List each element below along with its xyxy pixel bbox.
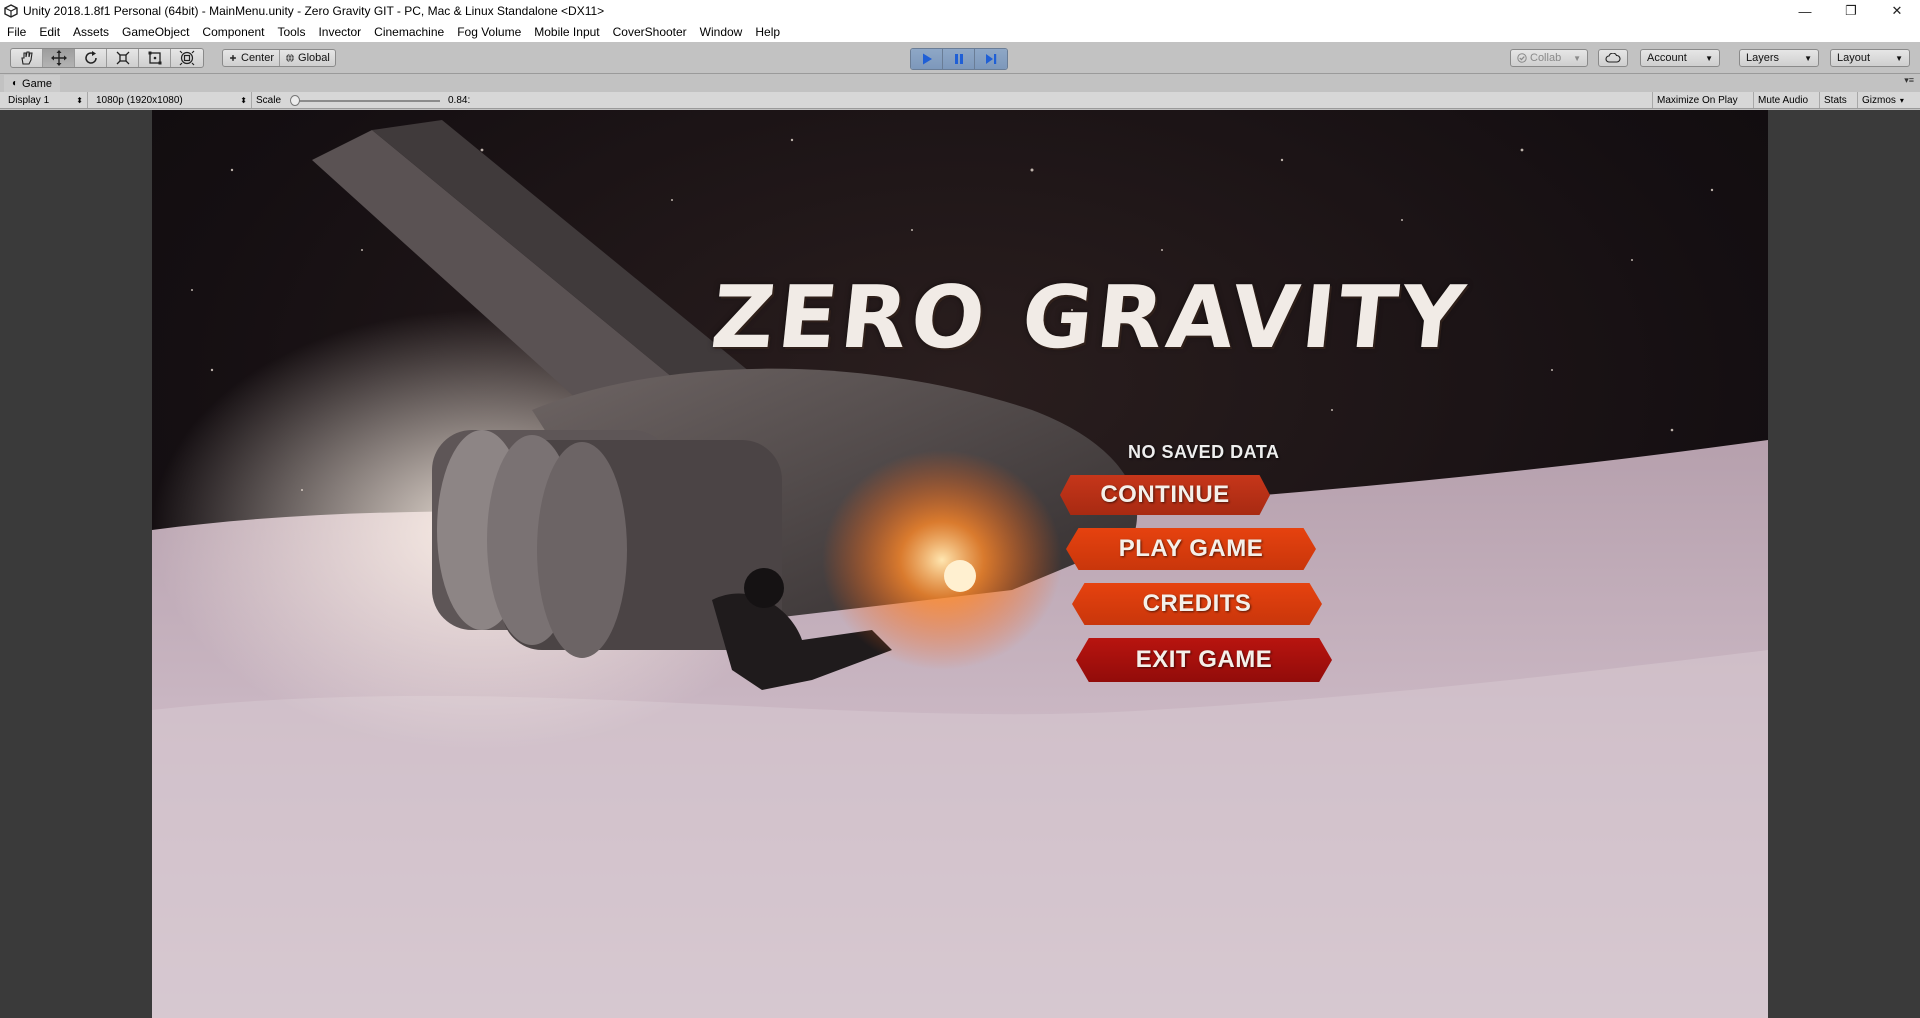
menu-invector[interactable]: Invector (311, 22, 367, 42)
play-icon (922, 53, 932, 65)
pivot-rotation-toggle[interactable]: Global (280, 50, 335, 66)
menu-assets[interactable]: Assets (66, 22, 115, 42)
scale-value: 0.84: (448, 94, 471, 106)
move-tool-icon (50, 50, 67, 66)
gizmos-dropdown[interactable]: Gizmos ▾ (1858, 92, 1916, 108)
layers-label: Layers (1746, 52, 1780, 64)
playback-controls (910, 48, 1008, 70)
chevron-down-icon: ▼ (1573, 53, 1581, 63)
cloud-icon (1605, 53, 1621, 63)
menu-gameobject[interactable]: GameObject (115, 22, 195, 42)
pivot-mode-label: Center (241, 52, 275, 64)
check-circle-icon (1517, 53, 1527, 63)
account-dropdown[interactable]: Account ▼ (1640, 49, 1720, 67)
resolution-label: 1080p (1920x1080) (96, 94, 183, 106)
step-button[interactable] (975, 49, 1007, 69)
menu-fog-volume[interactable]: Fog Volume (450, 22, 527, 42)
transform-tool-icon (179, 50, 195, 66)
layers-dropdown[interactable]: Layers ▼ (1739, 49, 1819, 67)
tab-game[interactable]: ◐ Game (4, 75, 61, 92)
restore-button[interactable]: ❐ (1828, 0, 1874, 22)
collab-label: Collab (1530, 52, 1562, 64)
minimize-button[interactable]: — (1782, 0, 1828, 22)
pause-icon (954, 54, 963, 64)
rotate-tool-button[interactable] (75, 49, 107, 67)
game-view-toolbar: Display 1 ⬍ 1080p (1920x1080) ⬍ Scale 0.… (0, 92, 1920, 109)
save-status-text: NO SAVED DATA (1128, 442, 1280, 462)
rotate-tool-icon (84, 51, 97, 64)
menu-bar: File Edit Assets GameObject Component To… (0, 22, 1920, 42)
move-tool-button[interactable] (43, 49, 75, 67)
chevron-up-down-icon: ⬍ (240, 95, 247, 105)
step-icon (986, 54, 997, 64)
scale-tool-icon (116, 51, 129, 65)
chevron-down-icon: ▼ (1895, 53, 1903, 63)
rect-tool-icon (148, 51, 161, 65)
globe-icon (286, 53, 295, 63)
menu-cinemachine[interactable]: Cinemachine (367, 22, 450, 42)
menu-help[interactable]: Help (748, 22, 786, 42)
tab-menu-icon[interactable]: ▾≡ (1904, 75, 1914, 86)
menu-file[interactable]: File (0, 22, 32, 42)
credits-button[interactable]: CREDITS (1072, 583, 1322, 625)
game-tab-bar: ◐ Game ▾≡ (0, 75, 1920, 92)
game-title: ZERO GRAVITY (706, 268, 1473, 368)
chevron-up-down-icon: ⬍ (76, 95, 83, 105)
chevron-down-icon: ▾ (1899, 95, 1904, 105)
menu-component[interactable]: Component (195, 22, 270, 42)
pause-button[interactable] (943, 49, 975, 69)
hand-tool-icon (20, 51, 33, 65)
right-toolbar: Collab ▼ Account ▼ Layers ▼ Layout ▼ (1510, 49, 1920, 67)
play-game-button[interactable]: PLAY GAME (1066, 528, 1316, 570)
gizmos-label: Gizmos (1862, 94, 1896, 106)
play-button[interactable] (911, 49, 943, 69)
transform-tool-button[interactable] (171, 49, 203, 67)
resolution-dropdown[interactable]: 1080p (1920x1080) ⬍ (92, 92, 252, 108)
pivot-center-icon (230, 55, 236, 61)
game-viewport[interactable]: ZERO GRAVITY NO SAVED DATA CONTINUE PLAY… (152, 110, 1768, 1018)
pivot-rotation-label: Global (298, 52, 330, 64)
game-view-icon: ◐ (12, 78, 19, 89)
chevron-down-icon: ▼ (1804, 53, 1812, 63)
game-tab-label: Game (22, 77, 53, 90)
menu-edit[interactable]: Edit (32, 22, 66, 42)
mute-audio-toggle[interactable]: Mute Audio (1754, 92, 1820, 108)
collab-dropdown[interactable]: Collab ▼ (1510, 49, 1588, 67)
pivot-mode-toggle[interactable]: Center (223, 50, 281, 66)
pivot-toggles: Center Global (222, 49, 336, 67)
scale-slider-track[interactable] (292, 100, 440, 102)
account-label: Account (1647, 52, 1687, 64)
display-dropdown[interactable]: Display 1 ⬍ (4, 92, 88, 108)
stats-toggle[interactable]: Stats (1820, 92, 1858, 108)
cloud-button[interactable] (1598, 49, 1628, 67)
scale-label: Scale (256, 94, 282, 106)
title-bar: Unity 2018.1.8f1 Personal (64bit) - Main… (0, 0, 1920, 22)
layout-label: Layout (1837, 52, 1871, 64)
chevron-down-icon: ▼ (1705, 53, 1713, 63)
menu-window[interactable]: Window (693, 22, 749, 42)
scale-slider-thumb[interactable] (290, 95, 300, 106)
scale-tool-button[interactable] (107, 49, 139, 67)
layout-dropdown[interactable]: Layout ▼ (1830, 49, 1910, 67)
display-label: Display 1 (8, 94, 50, 106)
maximize-on-play-toggle[interactable]: Maximize On Play (1652, 92, 1754, 108)
window-controls: — ❐ ✕ (1782, 0, 1920, 22)
menu-tools[interactable]: Tools (270, 22, 311, 42)
rect-tool-button[interactable] (139, 49, 171, 67)
menu-mobile-input[interactable]: Mobile Input (527, 22, 605, 42)
game-scene-artwork (152, 110, 1768, 1018)
continue-button[interactable]: CONTINUE (1060, 475, 1270, 515)
close-button[interactable]: ✕ (1874, 0, 1920, 22)
unity-logo-icon (3, 3, 19, 19)
main-toolbar: Center Global Collab ▼ Account ▼ Layers … (0, 42, 1920, 74)
menu-covershooter[interactable]: CoverShooter (606, 22, 693, 42)
unity-editor-window: Unity 2018.1.8f1 Personal (64bit) - Main… (0, 0, 1920, 1018)
transform-tools (10, 48, 204, 68)
exit-game-button[interactable]: EXIT GAME (1076, 638, 1332, 682)
hand-tool-button[interactable] (11, 49, 43, 67)
window-title: Unity 2018.1.8f1 Personal (64bit) - Main… (23, 4, 605, 18)
